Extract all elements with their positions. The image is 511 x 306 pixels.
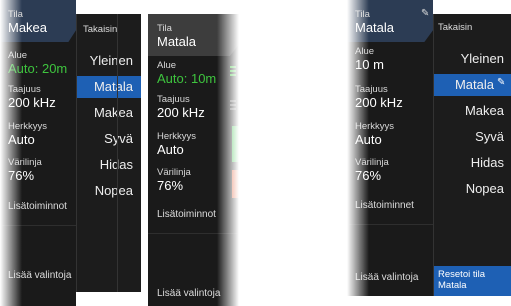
menu-item-yleinen[interactable]: Yleinen <box>434 48 511 70</box>
menu-item-makea[interactable]: Makea <box>434 100 511 122</box>
menu-item-label: Matala <box>454 77 494 92</box>
pencil-icon[interactable]: ✎ <box>421 8 429 19</box>
menu-item-yleinen[interactable]: Yleinen <box>77 50 141 72</box>
pencil-icon[interactable]: ✎ <box>497 77 505 88</box>
menu-item-makea[interactable]: Makea <box>77 102 141 124</box>
mode-menu-left: Takaisin Yleinen Matala Makea Syvä Hidas… <box>76 14 141 292</box>
settings-panel-left: Tila Makea Alue Auto: 20m Taajuus 200 kH… <box>0 0 76 306</box>
mode-menu-right: Takaisin Yleinen Matala ✎ Makea Syvä Hid… <box>433 14 511 296</box>
menu-item-syva[interactable]: Syvä <box>77 128 141 150</box>
back-button[interactable]: Takaisin <box>77 24 141 35</box>
menu-item-nopea[interactable]: Nopea <box>77 180 141 202</box>
menu-divider <box>117 14 118 292</box>
menu-item-nopea[interactable]: Nopea <box>434 178 511 200</box>
reset-line-1: Resetoi tila <box>438 269 485 280</box>
reset-line-2: Matala <box>438 280 467 291</box>
menu-item-syva[interactable]: Syvä <box>434 126 511 148</box>
back-button[interactable]: Takaisin <box>434 22 511 33</box>
menu-item-matala[interactable]: Matala <box>77 76 141 98</box>
settings-panel-right: Tila Matala ✎ Alue 10 m Taajuus 200 kHz … <box>347 0 433 296</box>
settings-panel-result: Tila Matala Alue Auto: 10m Taajuus 200 k… <box>148 14 239 306</box>
menu-item-hidas[interactable]: Hidas <box>434 152 511 174</box>
reset-mode-button[interactable]: Resetoi tila Matala <box>434 266 511 296</box>
menu-item-hidas[interactable]: Hidas <box>77 154 141 176</box>
